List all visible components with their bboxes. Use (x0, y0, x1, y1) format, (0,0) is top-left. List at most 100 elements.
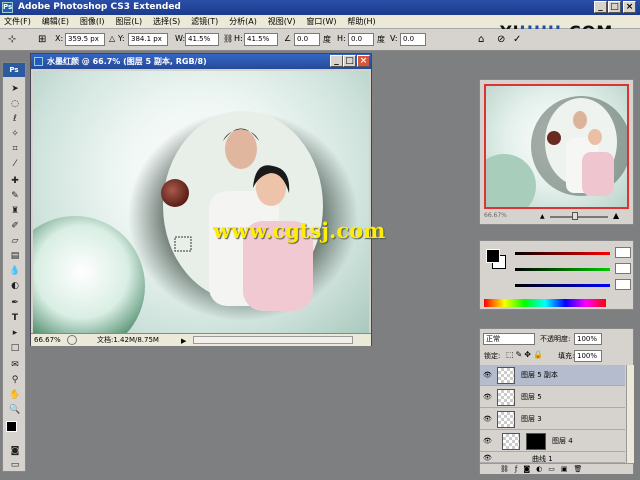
layer-row[interactable]: 👁 图层 3 (480, 409, 625, 430)
blur-tool-icon[interactable]: 💧 (8, 265, 22, 277)
layer-row[interactable]: 👁 图层 5 副本 (480, 365, 625, 386)
navigator-thumbnail[interactable] (484, 84, 629, 209)
screen-mode-icon[interactable]: ▭ (8, 459, 22, 471)
horizontal-scrollbar[interactable] (193, 336, 353, 344)
x-position-field[interactable]: 359.5 px (65, 33, 105, 46)
blue-slider[interactable] (515, 284, 610, 287)
healing-brush-tool-icon[interactable]: ✚ (8, 175, 22, 187)
eraser-tool-icon[interactable]: ▱ (8, 235, 22, 247)
red-slider[interactable] (515, 252, 610, 255)
gradient-tool-icon[interactable]: ▤ (8, 250, 22, 262)
vskew-field[interactable]: 0.0 (400, 33, 426, 46)
history-brush-tool-icon[interactable]: ✐ (8, 220, 22, 232)
hand-tool-icon[interactable]: ✋ (8, 389, 22, 401)
panel-foreground-swatch[interactable] (486, 249, 500, 263)
doc-close-button[interactable]: × (357, 55, 370, 67)
menu-select[interactable]: 选择(S) (149, 15, 184, 28)
foreground-color-swatch[interactable] (6, 421, 17, 432)
menu-view[interactable]: 视图(V) (264, 15, 300, 28)
doc-maximize-button[interactable]: □ (343, 55, 356, 67)
green-slider[interactable] (515, 268, 610, 271)
maximize-button[interactable]: □ (608, 1, 621, 13)
magic-wand-tool-icon[interactable]: ✧ (8, 128, 22, 140)
document-window: 水墨红颜 @ 66.7% (图层 5 副本, RGB/8) _ □ × 66.6… (30, 53, 372, 346)
zoom-slider-thumb[interactable] (572, 212, 578, 220)
quick-mask-icon[interactable]: ◙ (8, 445, 22, 457)
lasso-tool-icon[interactable]: ℓ (8, 113, 22, 125)
fill-field[interactable]: 100% (574, 350, 602, 362)
commit-transform-icon[interactable]: ✓ (513, 34, 521, 45)
notes-tool-icon[interactable]: ✉ (8, 359, 22, 371)
clone-stamp-tool-icon[interactable]: ♜ (8, 205, 22, 217)
layers-scrollbar[interactable] (626, 365, 634, 463)
status-menu-arrow-icon[interactable]: ▶ (181, 335, 186, 347)
layers-panel: 正常 不透明度: 100% 锁定: ⬚✎✥🔒 填充: 100% 👁 图层 5 副… (479, 328, 634, 474)
visibility-eye-icon[interactable]: 👁 (483, 415, 493, 424)
menu-help[interactable]: 帮助(H) (343, 15, 379, 28)
warp-icon[interactable]: ⌂ (478, 34, 484, 45)
brush-tool-icon[interactable]: ✎ (8, 190, 22, 202)
image-canvas[interactable] (33, 71, 369, 333)
y-position-field[interactable]: 384.1 px (128, 33, 168, 46)
layer-name: 图层 5 (521, 393, 542, 401)
move-tool-icon[interactable]: ➤ (8, 83, 22, 95)
visibility-eye-icon[interactable]: 👁 (483, 437, 493, 446)
lock-icons[interactable]: ⬚✎✥🔒 (506, 350, 545, 359)
zoom-out-icon[interactable]: ▲ (540, 213, 545, 220)
blue-value-field[interactable] (615, 279, 631, 290)
red-sphere (161, 179, 189, 207)
opacity-field[interactable]: 100% (574, 333, 602, 345)
menu-window[interactable]: 窗口(W) (302, 15, 340, 28)
x-label: X: (55, 34, 64, 43)
layer-row[interactable]: 👁 曲线 1 (480, 453, 625, 463)
y-label: Y: (118, 34, 125, 43)
path-selection-tool-icon[interactable]: ▸ (8, 327, 22, 339)
type-tool-icon[interactable]: T (8, 312, 22, 324)
eyedropper-tool-icon[interactable]: ⚲ (8, 374, 22, 386)
color-spectrum-bar[interactable] (484, 299, 606, 307)
close-button[interactable]: × (623, 1, 636, 13)
navigator-zoom[interactable]: 66.67% (484, 212, 507, 219)
blend-mode-select[interactable]: 正常 (483, 333, 535, 345)
menu-file[interactable]: 文件(F) (0, 15, 35, 28)
chain-icon[interactable]: ⛓ (223, 34, 233, 43)
hskew-unit: 度 (377, 35, 385, 44)
width-field[interactable]: 41.5% (185, 33, 219, 46)
minimize-button[interactable]: _ (594, 1, 607, 13)
menu-image[interactable]: 图像(I) (76, 15, 109, 28)
transform-tool-icon[interactable]: ⊹ (8, 34, 16, 45)
zoom-slider[interactable] (550, 216, 608, 218)
marquee-tool-icon[interactable]: ◌ (8, 98, 22, 110)
link-icon[interactable]: △ (109, 34, 115, 43)
zoom-tool-icon[interactable]: 🔍 (8, 404, 22, 416)
layer-row[interactable]: 👁 图层 4 (480, 431, 625, 452)
reference-point-icon[interactable]: ⊞ (38, 34, 46, 45)
green-value-field[interactable] (615, 263, 631, 274)
shape-tool-icon[interactable]: □ (8, 342, 22, 354)
menu-edit[interactable]: 编辑(E) (38, 15, 73, 28)
layer-name: 图层 5 副本 (521, 371, 558, 379)
layer-mask-thumbnail[interactable] (526, 433, 546, 450)
menu-filter[interactable]: 滤镜(T) (187, 15, 222, 28)
angle-field[interactable]: 0.0 (294, 33, 320, 46)
visibility-eye-icon[interactable]: 👁 (483, 393, 493, 402)
visibility-eye-icon[interactable]: 👁 (483, 454, 493, 462)
zoom-level[interactable]: 66.67% (34, 334, 61, 346)
dodge-tool-icon[interactable]: ◐ (8, 280, 22, 292)
zoom-in-icon[interactable]: ▲ (613, 211, 619, 220)
slice-tool-icon[interactable]: ⁄ (8, 158, 22, 170)
cancel-transform-icon[interactable]: ⊘ (497, 34, 505, 45)
status-icon[interactable] (67, 335, 77, 345)
layers-footer-buttons[interactable]: ⛓ƒ◙◐▭▣🗑 (480, 463, 633, 474)
red-value-field[interactable] (615, 247, 631, 258)
layer-row[interactable]: 👁 图层 5 (480, 387, 625, 408)
options-bar: ⊹ ⊞ X: 359.5 px △ Y: 384.1 px W: 41.5% ⛓… (0, 29, 640, 51)
doc-minimize-button[interactable]: _ (330, 55, 343, 67)
pen-tool-icon[interactable]: ✒ (8, 297, 22, 309)
hskew-field[interactable]: 0.0 (348, 33, 374, 46)
height-field[interactable]: 41.5% (244, 33, 278, 46)
visibility-eye-icon[interactable]: 👁 (483, 371, 493, 380)
menu-analysis[interactable]: 分析(A) (225, 15, 261, 28)
crop-tool-icon[interactable]: ⌗ (8, 143, 22, 155)
menu-layer[interactable]: 图层(L) (111, 15, 146, 28)
